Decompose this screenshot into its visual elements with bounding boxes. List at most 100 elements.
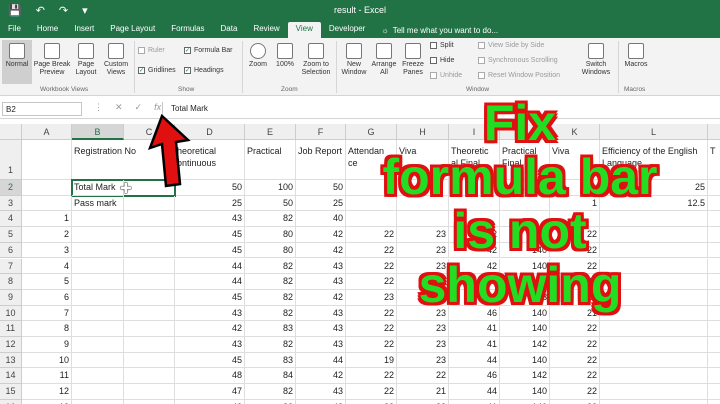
cell-c8[interactable] [124, 274, 175, 290]
tab-insert[interactable]: Insert [66, 22, 102, 38]
column-header-b[interactable]: B [72, 124, 124, 140]
switch-windows-button[interactable]: Switch Windows [578, 40, 614, 84]
cell-e13[interactable]: 83 [245, 352, 296, 369]
cell-g15[interactable]: 22 [346, 384, 397, 400]
row-header-4[interactable]: 4 [0, 211, 22, 228]
cell-f13[interactable]: 44 [296, 352, 346, 369]
cell-b13[interactable] [72, 352, 124, 369]
cell-h13[interactable]: 23 [397, 352, 449, 369]
header-cell-a[interactable] [22, 140, 72, 180]
cell-d9[interactable]: 45 [175, 289, 245, 306]
cell-e14[interactable]: 84 [245, 368, 296, 385]
header-cell-e[interactable]: Practical [245, 140, 296, 180]
cell-b11[interactable] [72, 321, 124, 337]
formula-bar-checkbox[interactable]: ✓ Formula Bar [184, 47, 233, 54]
cell-e11[interactable]: 83 [245, 321, 296, 337]
cell-e7[interactable]: 82 [245, 258, 296, 275]
cell-j12[interactable]: 142 [500, 337, 550, 353]
cell-l16[interactable] [600, 399, 708, 404]
cell-a15[interactable]: 12 [22, 384, 72, 400]
cell-g16[interactable]: 22 [346, 399, 397, 404]
cell-j13[interactable]: 140 [500, 352, 550, 369]
cell-k14[interactable]: 22 [550, 368, 600, 385]
cell-l14[interactable] [600, 368, 708, 385]
tab-file[interactable]: File [0, 22, 29, 38]
arrange-all-button[interactable]: Arrange All [370, 40, 398, 84]
row-header-1[interactable]: 1 [0, 140, 22, 180]
cell-i11[interactable]: 41 [449, 321, 500, 337]
cell-d3[interactable]: 25 [175, 195, 245, 212]
column-header-a[interactable]: A [22, 124, 72, 140]
tab-review[interactable]: Review [245, 22, 287, 38]
cell-a14[interactable]: 11 [22, 368, 72, 385]
cell-g11[interactable]: 22 [346, 321, 397, 337]
cell-l15[interactable] [600, 384, 708, 400]
row-header-8[interactable]: 8 [0, 274, 22, 290]
cell-d11[interactable]: 42 [175, 321, 245, 337]
cell-i12[interactable]: 41 [449, 337, 500, 353]
cell-a16[interactable]: 13 [22, 399, 72, 404]
cell-c6[interactable] [124, 242, 175, 259]
synchronous-scrolling-button[interactable]: Synchronous Scrolling [478, 57, 558, 64]
tab-page-layout[interactable]: Page Layout [102, 22, 163, 38]
cell-j11[interactable]: 140 [500, 321, 550, 337]
cell-a4[interactable]: 1 [22, 211, 72, 228]
cell-e2[interactable]: 100 [245, 180, 296, 196]
new-window-button[interactable]: New Window [339, 40, 369, 84]
cell-e5[interactable]: 80 [245, 227, 296, 243]
cell-a9[interactable]: 6 [22, 289, 72, 306]
cell-g14[interactable]: 22 [346, 368, 397, 385]
cell-a5[interactable]: 2 [22, 227, 72, 243]
cell-j16[interactable]: 140 [500, 399, 550, 404]
tab-home[interactable]: Home [29, 22, 66, 38]
cell-b10[interactable] [72, 305, 124, 322]
cell-f14[interactable]: 42 [296, 368, 346, 385]
cell-m13[interactable] [708, 353, 720, 369]
cell-j15[interactable]: 140 [500, 384, 550, 400]
cell-d8[interactable]: 44 [175, 274, 245, 290]
cell-c14[interactable] [124, 368, 175, 385]
tab-formulas[interactable]: Formulas [163, 22, 212, 38]
cell-i16[interactable]: 41 [449, 399, 500, 404]
tab-data[interactable]: Data [213, 22, 246, 38]
cell-h15[interactable]: 21 [397, 384, 449, 400]
row-header-13[interactable]: 13 [0, 352, 22, 369]
cell-b4[interactable] [72, 211, 124, 228]
cell-c5[interactable] [124, 227, 175, 243]
cell-c10[interactable] [124, 305, 175, 322]
row-header-6[interactable]: 6 [0, 242, 22, 259]
cell-a11[interactable]: 8 [22, 321, 72, 337]
select-all-corner[interactable] [0, 124, 22, 140]
cell-b7[interactable] [72, 258, 124, 275]
cell-c12[interactable] [124, 337, 175, 353]
cell-b5[interactable] [72, 227, 124, 243]
cell-a13[interactable]: 10 [22, 352, 72, 369]
custom-views-button[interactable]: Custom Views [101, 40, 131, 84]
cell-d14[interactable]: 48 [175, 368, 245, 385]
cell-c4[interactable] [124, 211, 175, 228]
cell-a12[interactable]: 9 [22, 337, 72, 353]
row-header-14[interactable]: 14 [0, 368, 22, 385]
cell-d6[interactable]: 45 [175, 242, 245, 259]
cell-m11[interactable] [708, 321, 720, 337]
cell-j14[interactable]: 142 [500, 368, 550, 385]
cell-l12[interactable] [600, 337, 708, 353]
macros-button[interactable]: Macros [621, 40, 651, 84]
cell-k13[interactable]: 22 [550, 352, 600, 369]
cell-d5[interactable]: 45 [175, 227, 245, 243]
page-layout-view-button[interactable]: Page Layout [72, 40, 100, 84]
headings-checkbox[interactable]: ✓ Headings [184, 67, 224, 74]
cell-k11[interactable]: 22 [550, 321, 600, 337]
cell-c11[interactable] [124, 321, 175, 337]
hide-button[interactable]: Hide [430, 57, 454, 64]
row-header-5[interactable]: 5 [0, 227, 22, 243]
cell-b15[interactable] [72, 384, 124, 400]
cell-g13[interactable]: 19 [346, 352, 397, 369]
row-header-15[interactable]: 15 [0, 384, 22, 400]
split-button[interactable]: Split [430, 42, 454, 49]
cell-a3[interactable] [22, 195, 72, 212]
cell-c15[interactable] [124, 384, 175, 400]
row-header-7[interactable]: 7 [0, 258, 22, 275]
tab-view[interactable]: View [287, 22, 321, 38]
cell-f15[interactable]: 43 [296, 384, 346, 400]
